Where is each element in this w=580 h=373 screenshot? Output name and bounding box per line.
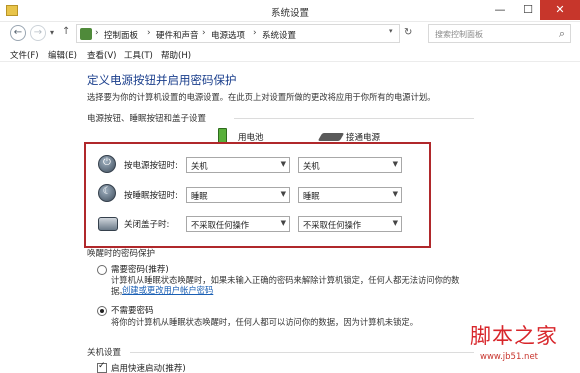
- require-password-radio[interactable]: [97, 265, 107, 275]
- search-placeholder: 搜索控制面板: [435, 30, 483, 39]
- forward-button[interactable]: →: [30, 25, 46, 41]
- section-shutdown-label: 关机设置: [87, 348, 122, 358]
- maximize-button[interactable]: ☐: [514, 0, 542, 20]
- no-password-description: 将你的计算机从睡眠状态唤醒时，任何人都可以访问你的数据，因为计算机未锁定。: [111, 317, 418, 327]
- sleep-icon: ☾: [98, 184, 116, 202]
- menu-edit[interactable]: 编辑(E): [48, 49, 77, 61]
- control-panel-icon: [80, 28, 92, 40]
- breadcrumb-separator: ›: [202, 28, 206, 38]
- menu-file[interactable]: 文件(F): [10, 49, 39, 61]
- breadcrumb-power-options[interactable]: 电源选项: [211, 29, 245, 41]
- address-bar[interactable]: › 控制面板 › 硬件和声音 › 电源选项 › 系统设置: [76, 24, 400, 43]
- recent-locations-dropdown[interactable]: ▾: [50, 28, 54, 37]
- breadcrumb-hardware-sound[interactable]: 硬件和声音: [156, 29, 199, 41]
- sleep-button-plugged-select[interactable]: 睡眠 ▼: [298, 187, 402, 203]
- breadcrumb-separator: ›: [253, 28, 257, 38]
- minimize-button[interactable]: —: [486, 0, 514, 20]
- up-button[interactable]: ↑: [62, 26, 70, 37]
- section-divider: [234, 118, 474, 119]
- navigation-bar: ← → ▾ ↑ › 控制面板 › 硬件和声音 › 电源选项 › 系统设置 ▾ ↻…: [0, 22, 580, 46]
- menu-bar: 文件(F) 编辑(E) 查看(V) 工具(T) 帮助(H): [0, 46, 580, 62]
- breadcrumb-separator: ›: [95, 28, 99, 38]
- chevron-down-icon: ▼: [280, 160, 286, 168]
- power-icon: ⏻: [98, 155, 116, 173]
- select-value: 关机: [303, 161, 320, 171]
- select-value: 睡眠: [303, 191, 320, 201]
- breadcrumb-separator: ›: [147, 28, 151, 38]
- back-button[interactable]: ←: [10, 25, 26, 41]
- search-icon: ⌕: [558, 27, 565, 40]
- lid-close-label: 关闭盖子时:: [124, 220, 170, 230]
- sleep-button-battery-select[interactable]: 睡眠 ▼: [186, 187, 290, 203]
- search-input[interactable]: 搜索控制面板 ⌕: [428, 24, 571, 43]
- section-power-buttons-label: 电源按钮、睡眠按钮和盖子设置: [87, 114, 207, 124]
- lid-close-battery-select[interactable]: 不采取任何操作 ▼: [186, 216, 290, 232]
- chevron-down-icon: ▼: [280, 190, 286, 198]
- select-value: 关机: [191, 161, 208, 171]
- power-plug-icon: [317, 133, 345, 141]
- laptop-lid-icon: [98, 217, 118, 231]
- menu-help[interactable]: 帮助(H): [161, 49, 191, 61]
- chevron-down-icon: ▼: [392, 219, 398, 227]
- battery-icon: [218, 128, 227, 143]
- select-value: 睡眠: [191, 191, 208, 201]
- address-dropdown-icon[interactable]: ▾: [389, 27, 393, 35]
- chevron-down-icon: ▼: [392, 160, 398, 168]
- power-button-battery-select[interactable]: 关机 ▼: [186, 157, 290, 173]
- power-button-plugged-select[interactable]: 关机 ▼: [298, 157, 402, 173]
- menu-tools[interactable]: 工具(T): [124, 49, 153, 61]
- menu-view[interactable]: 查看(V): [87, 49, 116, 61]
- no-password-label[interactable]: 不需要密码: [111, 304, 154, 316]
- watermark-url: www.jb51.net: [480, 352, 539, 362]
- fast-startup-label[interactable]: 启用快速启动(推荐): [111, 362, 186, 373]
- chevron-down-icon: ▼: [280, 219, 286, 227]
- section-divider: [130, 352, 474, 353]
- power-button-label: 按电源按钮时:: [124, 161, 178, 171]
- select-value: 不采取任何操作: [303, 220, 362, 230]
- chevron-down-icon: ▼: [392, 190, 398, 198]
- sleep-button-label: 按睡眠按钮时:: [124, 191, 178, 201]
- refresh-icon[interactable]: ↻: [404, 27, 412, 38]
- close-button[interactable]: ✕: [540, 0, 580, 20]
- page-description: 选择要为你的计算机设置的电源设置。在此页上对设置所做的更改将应用于你所有的电源计…: [87, 92, 436, 102]
- watermark-text: 脚本之家: [470, 324, 558, 348]
- breadcrumb-control-panel[interactable]: 控制面板: [104, 29, 138, 41]
- lid-close-plugged-select[interactable]: 不采取任何操作 ▼: [298, 216, 402, 232]
- section-password-label: 唤醒时的密码保护: [87, 249, 156, 259]
- page-title: 定义电源按钮并启用密码保护: [87, 73, 237, 87]
- watermark-logo: 脚本之家 www.jb51.net: [470, 320, 578, 372]
- breadcrumb-system-settings[interactable]: 系统设置: [262, 29, 296, 41]
- no-password-radio[interactable]: [97, 306, 107, 316]
- fast-startup-checkbox[interactable]: [97, 361, 107, 373]
- select-value: 不采取任何操作: [191, 220, 250, 230]
- change-password-link[interactable]: 创建或更改用户帐户密码: [122, 284, 213, 296]
- title-bar: 系统设置 — ☐ ✕: [0, 0, 580, 22]
